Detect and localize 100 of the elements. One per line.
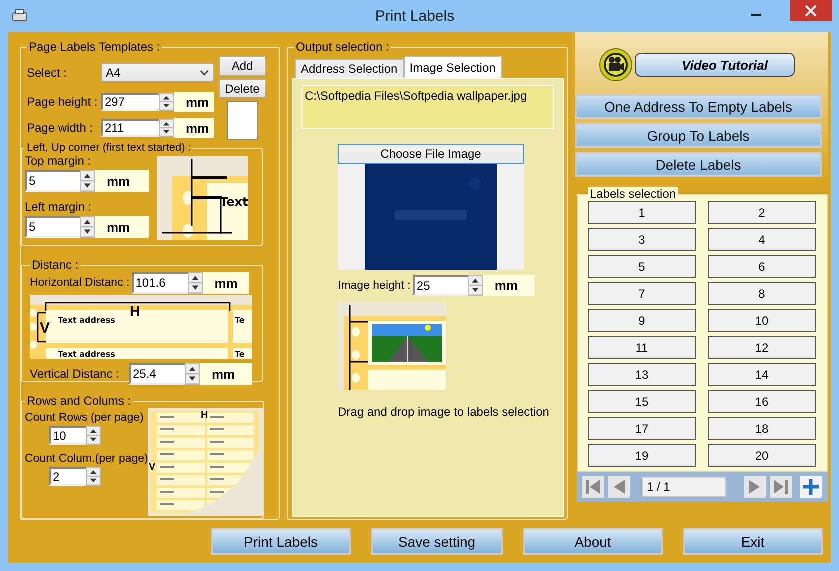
diagram-label: Text address (58, 316, 116, 325)
close-icon (805, 4, 817, 16)
unit-label: mm (95, 216, 149, 238)
spin-buttons[interactable] (185, 363, 200, 385)
field-label: Horizontal Distanc : (30, 277, 130, 289)
label-slot-button[interactable]: 10 (708, 309, 816, 332)
label-slot-button[interactable]: 20 (708, 444, 816, 467)
diagram-label: V (149, 462, 156, 473)
diagram-label: H (130, 303, 140, 319)
group-title: Page Labels Templates : (28, 40, 162, 54)
footer-button[interactable]: Print Labels (211, 528, 351, 555)
number-field[interactable]: 25.4 (129, 363, 185, 385)
spin-buttons[interactable] (468, 275, 483, 296)
label-slot-button[interactable]: 5 (588, 255, 696, 278)
unit-label: mm (200, 363, 252, 385)
add-button[interactable]: Add (219, 56, 266, 76)
number-field[interactable]: 101.6 (132, 272, 188, 294)
field-label: Count Rows (per page) (25, 412, 145, 424)
diagram-label: V (40, 320, 50, 337)
group-title: Distanc : (31, 258, 80, 272)
tab[interactable]: Image Selection (404, 56, 502, 78)
unit-label: mm (482, 275, 535, 296)
action-button[interactable]: Delete Labels (575, 152, 822, 177)
footer-button[interactable]: Exit (683, 528, 823, 555)
field-label: Image height : (338, 280, 411, 292)
label-slot-button[interactable]: 1 (588, 201, 696, 224)
app-icon[interactable] (12, 9, 28, 23)
close-button[interactable] (790, 0, 832, 21)
diagram-label: Text (220, 195, 248, 209)
video-tutorial-button[interactable]: Video Tutorial (635, 53, 795, 77)
number-field[interactable]: 5 (25, 216, 80, 238)
label-slot-button[interactable]: 16 (708, 390, 816, 413)
group-title: Output selection : (295, 40, 390, 54)
preview-swatch (227, 101, 258, 140)
spin-buttons[interactable] (80, 216, 95, 238)
diagram-label: Te (235, 316, 245, 325)
tab[interactable]: Address Selection (295, 59, 404, 78)
label-slot-button[interactable]: 14 (708, 363, 816, 386)
chevron-icon (200, 70, 209, 76)
label-slot-button[interactable]: 4 (708, 228, 816, 251)
spin-buttons[interactable] (86, 467, 101, 486)
field-label: Page height : (27, 95, 99, 109)
label-slot-button[interactable]: 19 (588, 444, 696, 467)
unit-label: mm (174, 118, 214, 138)
minimize-icon (751, 14, 761, 16)
add-page-button[interactable] (800, 476, 822, 498)
hint-text: Drag and drop image to labels selection (338, 405, 550, 419)
label-slot-button[interactable]: 13 (588, 363, 696, 386)
choose-file-button[interactable]: Choose File Image (338, 144, 524, 164)
next-page-button[interactable] (744, 476, 766, 498)
number-field[interactable]: 10 (49, 426, 86, 445)
diagram-label: H (201, 410, 209, 421)
spin-buttons[interactable] (86, 426, 101, 445)
template-dropdown[interactable]: A4 (101, 63, 214, 82)
label-slot-button[interactable]: 12 (708, 336, 816, 359)
video-camera-icon[interactable] (599, 48, 633, 82)
delete-button[interactable]: Delete (219, 79, 266, 98)
label-slot-button[interactable]: 18 (708, 417, 816, 440)
field-label: Count Colum.(per page) (25, 453, 148, 465)
spin-buttons[interactable] (188, 272, 203, 294)
label-slot-button[interactable]: 17 (588, 417, 696, 440)
label-slot-button[interactable]: 6 (708, 255, 816, 278)
spin-buttons[interactable] (159, 119, 174, 137)
action-button[interactable]: One Address To Empty Labels (575, 94, 822, 119)
last-page-button[interactable] (770, 476, 792, 498)
spin-buttons[interactable] (159, 93, 174, 111)
label-slot-button[interactable]: 3 (588, 228, 696, 251)
label-slot-button[interactable]: 7 (588, 282, 696, 305)
first-page-icon (585, 479, 601, 495)
number-field[interactable]: 5 (25, 170, 80, 192)
field-label: Select : (27, 66, 68, 80)
group-title: Labels selection (588, 187, 678, 201)
page-field[interactable]: 1 / 1 (642, 477, 726, 497)
footer-button[interactable]: About (523, 528, 663, 555)
diagram-label: Text address (58, 350, 116, 359)
number-field[interactable]: 297 (101, 93, 159, 111)
next-icon (748, 479, 762, 495)
action-button[interactable]: Group To Labels (575, 123, 822, 148)
footer-button[interactable]: Save setting (371, 528, 503, 555)
plus-icon (802, 478, 820, 496)
spin-buttons[interactable] (80, 170, 95, 192)
previous-page-button[interactable] (608, 476, 630, 498)
group-title: Rows and Colums : (26, 394, 132, 408)
field-label: Page width : (27, 121, 94, 135)
label-slot-button[interactable]: 11 (588, 336, 696, 359)
last-page-icon (773, 479, 789, 495)
file-path-field[interactable]: C:\Softpedia Files\Softpedia wallpaper.jpg (302, 85, 554, 129)
label-slot-button[interactable]: 2 (708, 201, 816, 224)
unit-label: mm (202, 272, 249, 294)
window-title: Print Labels (375, 8, 455, 24)
field-label: Left margin : (25, 200, 93, 214)
number-field[interactable]: 25 (412, 275, 468, 296)
field-label: Top margin : (25, 154, 92, 168)
unit-label: mm (95, 170, 149, 192)
label-slot-button[interactable]: 8 (708, 282, 816, 305)
number-field[interactable]: 2 (49, 467, 86, 486)
first-page-button[interactable] (582, 476, 604, 498)
label-slot-button[interactable]: 15 (588, 390, 696, 413)
number-field[interactable]: 211 (101, 119, 159, 137)
label-slot-button[interactable]: 9 (588, 309, 696, 332)
